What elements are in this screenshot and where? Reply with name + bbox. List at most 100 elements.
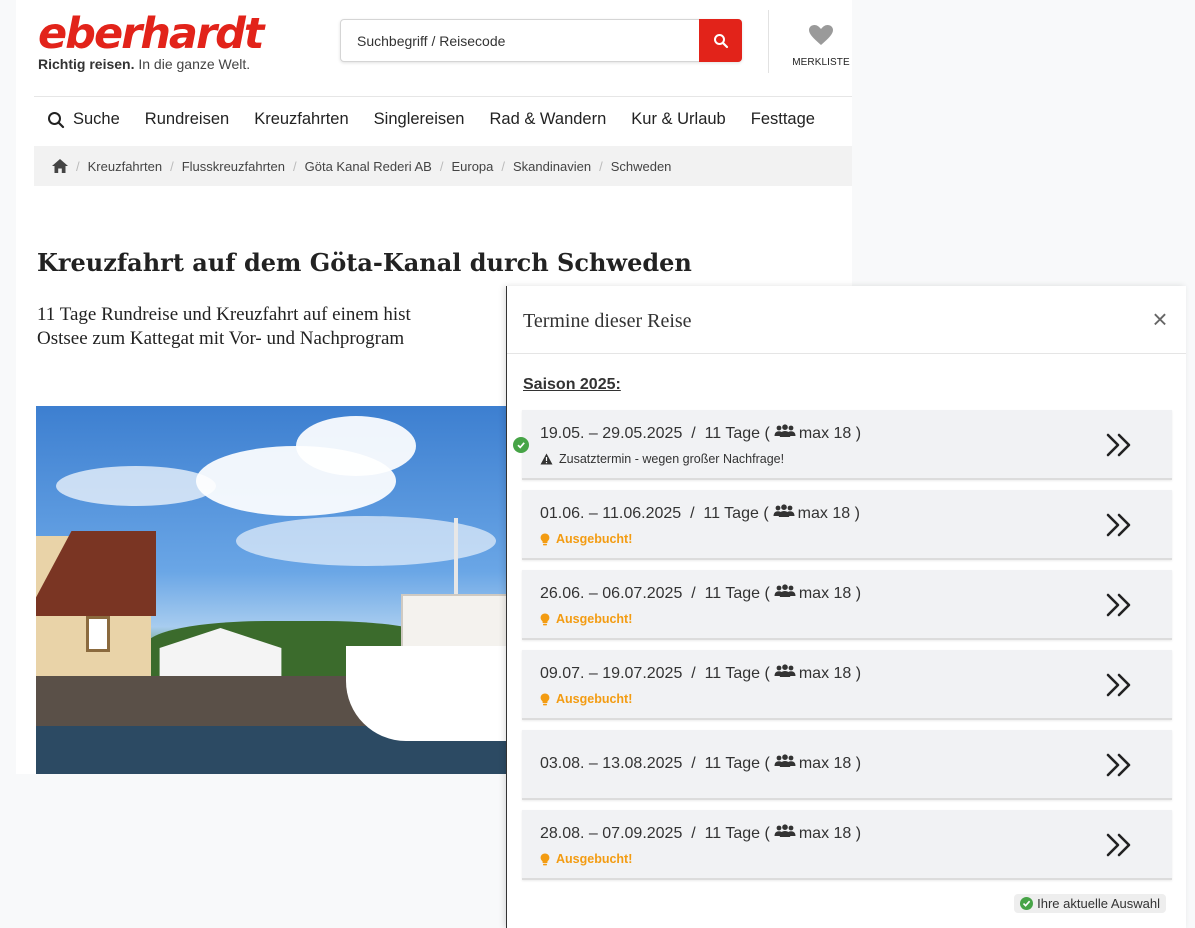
breadcrumb-separator: / xyxy=(170,158,174,174)
selected-check-icon xyxy=(513,437,529,453)
date-option[interactable]: 01.06. – 11.06.2025 / 11 Tage (max 18 ) A… xyxy=(522,490,1172,560)
heart-icon xyxy=(809,25,833,45)
chevron-right-double-icon[interactable] xyxy=(1102,508,1136,542)
date-option[interactable]: 09.07. – 19.07.2025 / 11 Tage (max 18 ) A… xyxy=(522,650,1172,720)
note-text: Ausgebucht! xyxy=(556,692,633,706)
nav-item-kur-urlaub[interactable]: Kur & Urlaub xyxy=(631,110,725,129)
warning-icon xyxy=(540,453,553,465)
photo-ship-cabin xyxy=(401,594,521,654)
date-option[interactable]: 19.05. – 29.05.2025 / 11 Tage (max 18 ) Z… xyxy=(513,410,1172,480)
date-duration: 11 Tage xyxy=(703,504,759,522)
date-text: 19.05. – 29.05.2025 / 11 Tage (max 18 ) xyxy=(540,424,861,443)
date-list: 19.05. – 29.05.2025 / 11 Tage (max 18 ) Z… xyxy=(513,410,1172,890)
brand-logo[interactable]: eberhardt Richtig reisen. In die ganze W… xyxy=(38,13,264,73)
wishlist-button[interactable]: MERKLISTE xyxy=(786,24,852,68)
main-nav: Suche Rundreisen Kreuzfahrten Singlereis… xyxy=(47,110,840,129)
legend-label: Ihre aktuelle Auswahl xyxy=(1037,896,1160,911)
search-icon xyxy=(713,33,728,48)
date-note: Ausgebucht! xyxy=(540,852,632,866)
paren-open: ( xyxy=(760,824,770,842)
group-icon xyxy=(774,584,796,603)
date-slash: / xyxy=(682,754,705,772)
modal-title: Termine dieser Reise xyxy=(523,310,692,332)
search-bar xyxy=(340,19,742,62)
date-duration: 11 Tage xyxy=(704,664,761,682)
photo-ship-mast xyxy=(454,518,458,598)
photo-window xyxy=(86,616,110,652)
date-range: 03.08. – 13.08.2025 xyxy=(540,754,683,772)
date-note: Ausgebucht! xyxy=(540,692,632,706)
date-duration: 11 Tage xyxy=(704,584,761,602)
date-slash: / xyxy=(682,424,705,442)
chevron-right-double-icon[interactable] xyxy=(1102,748,1136,782)
check-icon xyxy=(1020,897,1034,910)
breadcrumb-separator: / xyxy=(439,158,444,174)
date-max: max 18 xyxy=(798,664,852,682)
date-max: max 18 xyxy=(798,824,852,842)
note-text: Ausgebucht! xyxy=(556,532,633,546)
season-heading: Saison 2025: xyxy=(523,376,621,393)
page-subtitle: 11 Tage Rundreise und Kreuzfahrt auf ein… xyxy=(37,303,537,351)
paren-open: ( xyxy=(760,664,770,682)
nav-item-singlereisen[interactable]: Singlereisen xyxy=(374,110,465,129)
paren-close: ) xyxy=(851,424,862,442)
nav-search-label: Suche xyxy=(73,110,120,128)
date-duration: 11 Tage xyxy=(704,824,761,842)
date-text: 28.08. – 07.09.2025 / 11 Tage (max 18 ) xyxy=(540,824,861,843)
date-text: 26.06. – 06.07.2025 / 11 Tage (max 18 ) xyxy=(540,584,861,603)
date-max: max 18 xyxy=(798,424,852,442)
page-title: Kreuzfahrt auf dem Göta-Kanal durch Schw… xyxy=(37,248,692,277)
paren-close: ) xyxy=(851,664,862,682)
date-option[interactable]: 03.08. – 13.08.2025 / 11 Tage (max 18 ) xyxy=(522,730,1172,800)
breadcrumb-item[interactable]: Schweden xyxy=(611,159,672,174)
modal-header: Termine dieser Reise × xyxy=(507,286,1186,354)
header-divider xyxy=(768,10,769,73)
nav-search[interactable]: Suche xyxy=(47,110,120,129)
search-input[interactable] xyxy=(341,20,699,61)
chevron-right-double-icon[interactable] xyxy=(1102,428,1136,462)
nav-item-kreuzfahrten[interactable]: Kreuzfahrten xyxy=(254,110,348,129)
breadcrumb-item[interactable]: Europa xyxy=(451,159,493,174)
date-slash: / xyxy=(682,824,705,842)
chevron-right-double-icon[interactable] xyxy=(1102,668,1136,702)
date-max: max 18 xyxy=(797,504,851,522)
photo-cloud xyxy=(56,466,216,506)
subtitle-line: Ostsee zum Kattegat mit Vor- und Nachpro… xyxy=(37,328,405,349)
group-icon xyxy=(774,824,796,843)
note-text: Ausgebucht! xyxy=(556,612,633,626)
paren-close: ) xyxy=(851,584,862,602)
nav-item-rundreisen[interactable]: Rundreisen xyxy=(145,110,229,129)
note-text: Zusatztermin - wegen großer Nachfrage! xyxy=(559,452,785,466)
breadcrumb: / Kreuzfahrten / Flusskreuzfahrten / Göt… xyxy=(34,146,852,186)
chevron-right-double-icon[interactable] xyxy=(1102,828,1136,862)
nav-item-festtage[interactable]: Festtage xyxy=(751,110,815,129)
date-option[interactable]: 28.08. – 07.09.2025 / 11 Tage (max 18 ) A… xyxy=(522,810,1172,880)
breadcrumb-item[interactable]: Skandinavien xyxy=(513,159,591,174)
date-option[interactable]: 26.06. – 06.07.2025 / 11 Tage (max 18 ) A… xyxy=(522,570,1172,640)
home-icon[interactable] xyxy=(52,159,68,173)
close-icon[interactable]: × xyxy=(1148,304,1172,334)
nav-item-rad-wandern[interactable]: Rad & Wandern xyxy=(489,110,606,129)
lightbulb-icon xyxy=(540,613,550,626)
group-icon xyxy=(774,424,796,443)
search-icon xyxy=(48,111,65,128)
date-max: max 18 xyxy=(798,584,852,602)
date-max: max 18 xyxy=(798,754,852,772)
breadcrumb-item[interactable]: Göta Kanal Rederi AB xyxy=(305,159,432,174)
breadcrumb-item[interactable]: Kreuzfahrten xyxy=(88,159,162,174)
date-slash: / xyxy=(682,664,705,682)
subtitle-line: 11 Tage Rundreise und Kreuzfahrt auf ein… xyxy=(37,304,411,325)
chevron-right-double-icon[interactable] xyxy=(1102,588,1136,622)
breadcrumb-separator: / xyxy=(501,158,506,174)
date-note: Ausgebucht! xyxy=(540,532,632,546)
breadcrumb-item[interactable]: Flusskreuzfahrten xyxy=(182,159,285,174)
search-button[interactable] xyxy=(699,19,742,62)
photo-quay xyxy=(36,676,366,731)
date-duration: 11 Tage xyxy=(704,754,761,772)
paren-open: ( xyxy=(758,504,769,522)
paren-close: ) xyxy=(851,754,862,772)
paren-open: ( xyxy=(760,424,770,442)
dates-modal: Termine dieser Reise × Saison 2025: 19.0… xyxy=(506,286,1186,928)
paren-close: ) xyxy=(850,504,860,522)
date-range: 28.08. – 07.09.2025 xyxy=(540,824,683,842)
